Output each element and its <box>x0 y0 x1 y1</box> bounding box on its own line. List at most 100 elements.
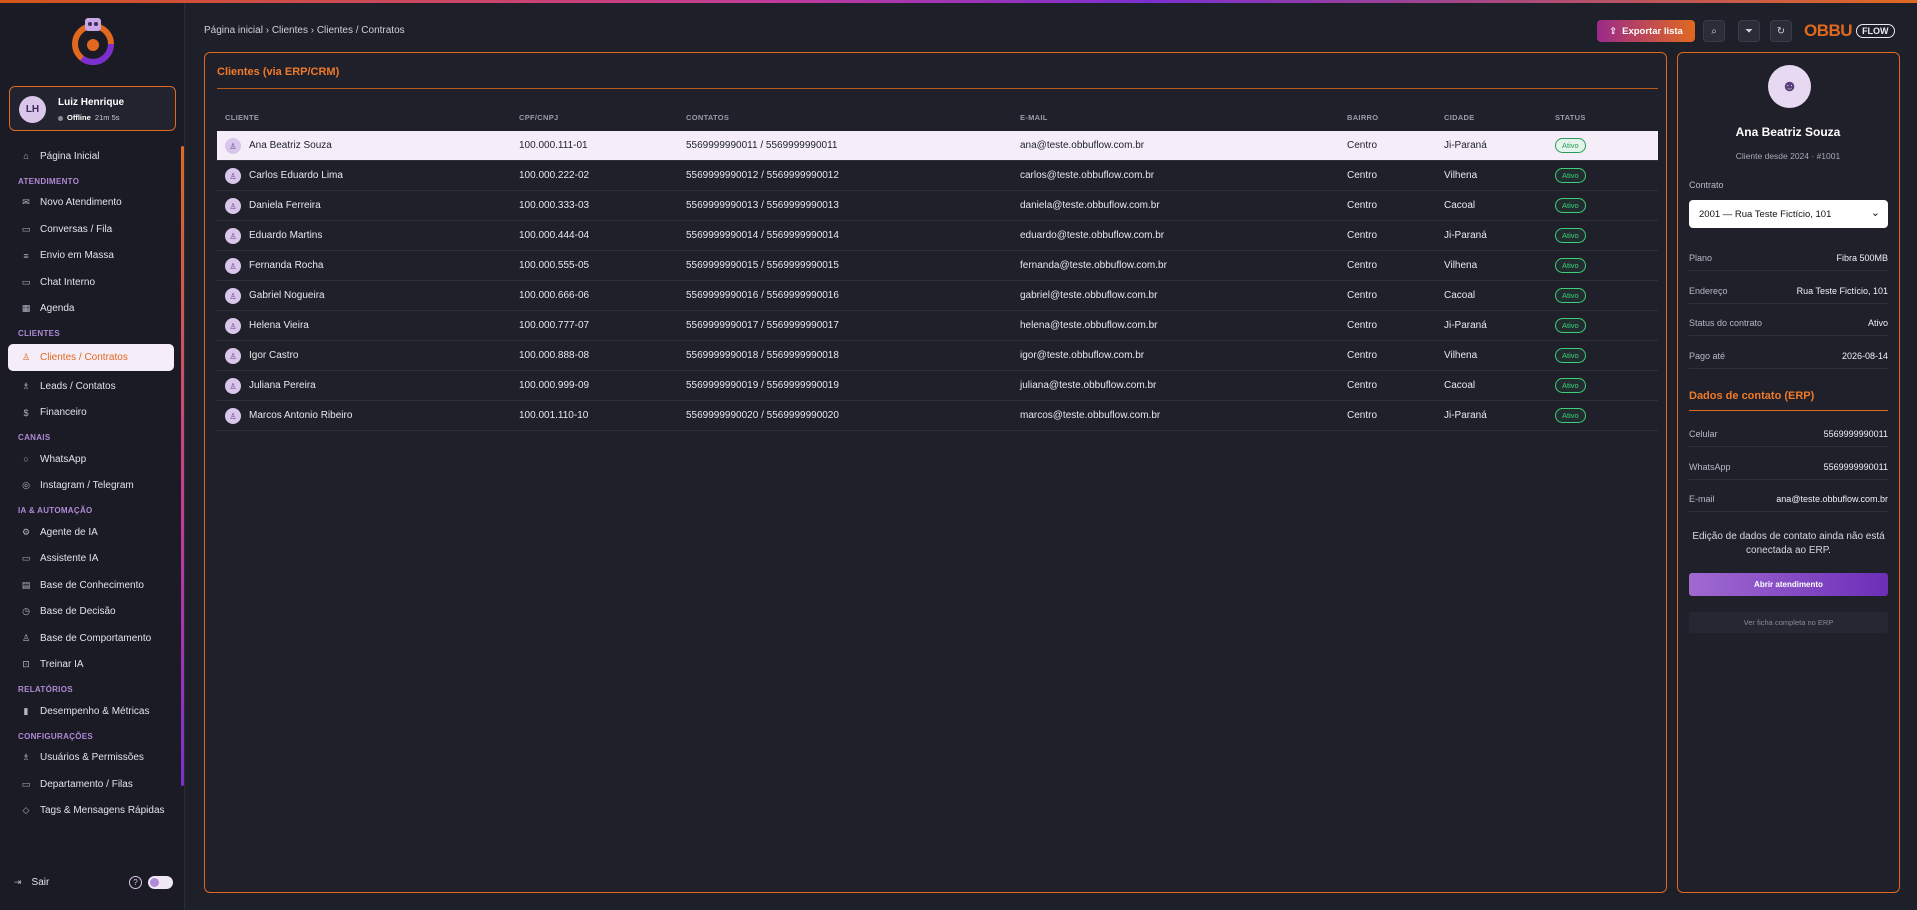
client-avatar-icon: ♙ <box>225 378 241 394</box>
column-header[interactable]: CIDADE <box>1444 113 1475 122</box>
table-row[interactable]: ♙ Carlos Eduardo Lima 100.000.222-02 556999… <box>217 161 1658 191</box>
status-badge: Ativo <box>1555 258 1586 273</box>
sidebar-item-assistente-ia[interactable]: ▭ Assistente IA <box>0 546 185 573</box>
filter-button[interactable]: ⏷ <box>1738 20 1760 42</box>
nav-icon: $ <box>23 407 29 418</box>
client-avatar-icon: ♙ <box>225 318 241 334</box>
table-row[interactable]: ♙ Daniela Ferreira 100.000.333-03 556999999… <box>217 191 1658 221</box>
status-badge: Ativo <box>1555 348 1586 363</box>
sidebar-item-leads-contatos[interactable]: ♗ Leads / Contatos <box>0 373 185 400</box>
nav-icon: ♗ <box>21 752 31 763</box>
cell-district: Centro <box>1347 200 1378 211</box>
cell-name: Ana Beatriz Souza <box>249 140 332 151</box>
client-avatar-icon: ♙ <box>225 258 241 274</box>
column-header[interactable]: STATUS <box>1555 113 1586 122</box>
help-icon[interactable]: ? <box>129 876 142 889</box>
sidebar-item-envio-em-massa[interactable]: ≡ Envio em Massa <box>0 243 185 270</box>
nav-section-title: CONFIGURAÇÕES <box>18 731 94 741</box>
logout-button[interactable]: ⇥ Sair <box>14 877 49 888</box>
cell-contacts: 5569999990015 / 5569999990015 <box>686 260 839 271</box>
sidebar-item-instagram-telegram[interactable]: ◎ Instagram / Telegram <box>0 473 185 500</box>
cell-email: daniela@teste.obbuflow.com.br <box>1020 200 1160 211</box>
clients-panel: Clientes (via ERP/CRM) CLIENTE CPF/CNPJ … <box>204 52 1667 893</box>
status-dot-icon <box>58 115 63 121</box>
column-header[interactable]: CPF/CNPJ <box>519 113 559 122</box>
cell-email: juliana@teste.obbuflow.com.br <box>1020 380 1157 391</box>
sidebar-item-label: Usuários & Permissões <box>40 752 144 764</box>
detail-field: Pago até 2026-08-14 <box>1689 344 1888 369</box>
contract-select[interactable]: 2001 — Rua Teste Fictício, 101 ⌄ <box>1689 200 1888 228</box>
sidebar-item-base-de-decis-o[interactable]: ◷ Base de Decisão <box>0 599 185 626</box>
view-erp-button[interactable]: Ver ficha completa no ERP <box>1689 612 1888 633</box>
detail-field: WhatsApp 5569999990011 <box>1689 455 1888 480</box>
title-divider <box>217 88 1658 89</box>
cell-doc: 100.000.555-05 <box>519 260 590 271</box>
sidebar-item-desempenho-m-tricas[interactable]: ▮ Desempenho & Métricas <box>0 698 185 725</box>
sidebar-item-agente-de-ia[interactable]: ⚙ Agente de IA <box>0 519 185 546</box>
sidebar-item-base-de-comportamento[interactable]: ♙ Base de Comportamento <box>0 625 185 652</box>
open-ticket-button[interactable]: Abrir atendimento <box>1689 573 1888 596</box>
sidebar-item-agenda[interactable]: ▦ Agenda <box>0 296 185 323</box>
upload-icon: ⇪ <box>1609 25 1618 37</box>
cell-city: Cacoal <box>1444 290 1476 301</box>
sidebar-item-financeiro[interactable]: $ Financeiro <box>0 400 185 427</box>
page-title: Clientes (via ERP/CRM) <box>217 66 340 78</box>
sidebar-item-base-de-conhecimento[interactable]: ▤ Base de Conhecimento <box>0 572 185 599</box>
sidebar-item-label: Novo Atendimento <box>40 197 122 209</box>
sidebar-item-label: Clientes / Contratos <box>40 352 128 363</box>
sidebar-item-conversas-fila[interactable]: ▭ Conversas / Fila <box>0 216 185 243</box>
sidebar-item-clientes-contratos[interactable]: ♙ Clientes / Contratos <box>8 344 174 371</box>
field-value: Rua Teste Fictício, 101 <box>1796 285 1888 296</box>
user-card[interactable]: LH Luiz Henrique Offline 21m 5s <box>9 86 176 131</box>
column-header[interactable]: CONTATOS <box>686 113 729 122</box>
cell-name: Igor Castro <box>249 350 299 361</box>
sidebar-item-label: Tags & Mensagens Rápidas <box>40 805 165 817</box>
field-label: Celular <box>1689 429 1718 439</box>
table-row[interactable]: ♙ Ana Beatriz Souza 100.000.111-01 55699999… <box>217 131 1658 161</box>
sidebar-item-label: Leads / Contatos <box>40 380 116 392</box>
status-badge: Ativo <box>1555 318 1586 333</box>
table-row[interactable]: ♙ Helena Vieira 100.000.777-07 556999999001… <box>217 311 1658 341</box>
sidebar-item-novo-atendimento[interactable]: ✉ Novo Atendimento <box>0 190 185 217</box>
table-row[interactable]: ♙ Marcos Antonio Ribeiro 100.001.110-10 556… <box>217 401 1658 431</box>
sidebar-item-treinar-ia[interactable]: ⊡ Treinar IA <box>0 652 185 679</box>
table-row[interactable]: ♙ Igor Castro 100.000.888-08 5569999990018 … <box>217 341 1658 371</box>
nav-icon: ▮ <box>23 705 29 716</box>
search-button[interactable]: ⌕ <box>1703 20 1725 42</box>
cell-district: Centro <box>1347 230 1378 241</box>
cell-name: Helena Vieira <box>249 320 309 331</box>
theme-toggle[interactable] <box>148 876 173 889</box>
cell-doc: 100.000.333-03 <box>519 200 590 211</box>
cell-city: Cacoal <box>1444 200 1476 211</box>
refresh-button[interactable]: ↻ <box>1770 20 1792 42</box>
field-value: 5569999990011 <box>1823 429 1888 439</box>
table-row[interactable]: ♙ Juliana Pereira 100.000.999-09 5569999990… <box>217 371 1658 401</box>
sidebar-scrollbar[interactable] <box>181 146 184 786</box>
sidebar-item-whatsapp[interactable]: ○ WhatsApp <box>0 446 185 473</box>
cell-name: Fernanda Rocha <box>249 260 324 271</box>
sidebar-item-usu-rios-permiss-es[interactable]: ♗ Usuários & Permissões <box>0 745 185 772</box>
detail-field: Endereço Rua Teste Fictício, 101 <box>1689 279 1888 304</box>
sidebar-item-label: Departamento / Filas <box>40 778 133 790</box>
client-avatar-icon: ♙ <box>225 408 241 424</box>
contact-note: Edição de dados de contato ainda não est… <box>1692 531 1885 556</box>
table-row[interactable]: ♙ Gabriel Nogueira 100.000.666-06 556999999… <box>217 281 1658 311</box>
cell-city: Ji-Paraná <box>1444 320 1487 331</box>
status-badge: Ativo <box>1555 138 1586 153</box>
sidebar-item-chat-interno[interactable]: ▭ Chat Interno <box>0 269 185 296</box>
sidebar-item-home[interactable]: ⌂ Página Inicial <box>0 143 185 170</box>
sidebar-item-departamento-filas[interactable]: ▭ Departamento / Filas <box>0 771 185 798</box>
brand-name: OBBU <box>1804 21 1853 40</box>
table-row[interactable]: ♙ Eduardo Martins 100.000.444-04 5569999990… <box>217 221 1658 251</box>
column-header[interactable]: BAIRRO <box>1347 113 1378 122</box>
cell-doc: 100.000.888-08 <box>519 350 590 361</box>
export-list-button[interactable]: ⇪ Exportar lista <box>1597 20 1695 42</box>
column-header[interactable]: E-MAIL <box>1020 113 1048 122</box>
filter-icon: ⏷ <box>1745 25 1753 37</box>
cell-contacts: 5569999990020 / 5569999990020 <box>686 410 839 421</box>
status-badge: Ativo <box>1555 378 1586 393</box>
table-row[interactable]: ♙ Fernanda Rocha 100.000.555-05 55699999900… <box>217 251 1658 281</box>
sidebar-item-tags-mensagens-r-pidas[interactable]: ◇ Tags & Mensagens Rápidas <box>0 798 185 825</box>
column-header[interactable]: CLIENTE <box>225 113 259 122</box>
nav-icon: ⚙ <box>21 526 31 537</box>
